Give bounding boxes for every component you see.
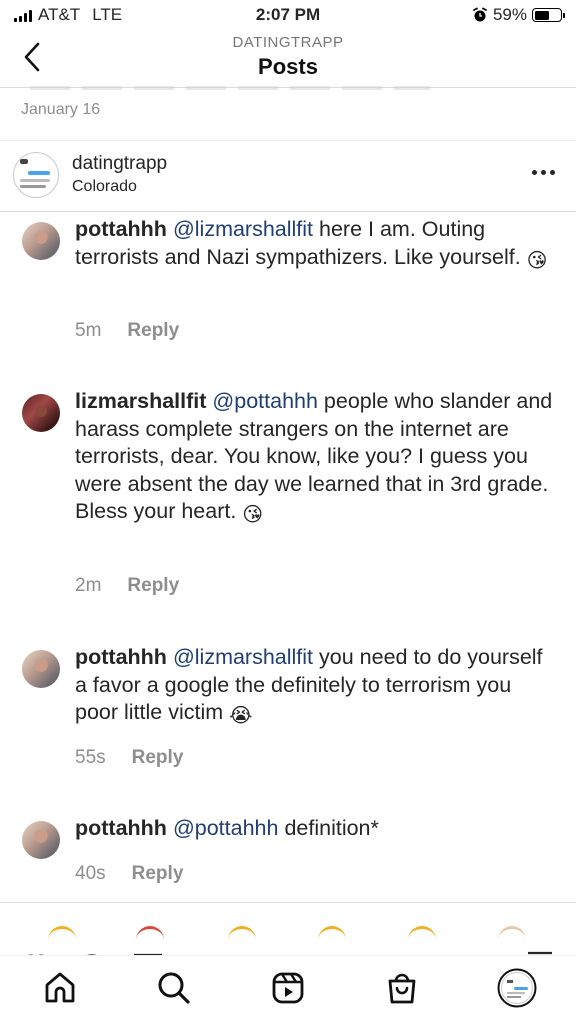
comment-time: 40s — [75, 863, 106, 884]
comment-text: pottahhh @lizmarshallfit here I am. Outi… — [75, 216, 555, 272]
signal-icon — [14, 9, 32, 22]
comment-text: pottahhh @lizmarshallfit you need to do … — [75, 644, 555, 727]
comment-body: definition* — [278, 816, 379, 840]
comment-mention[interactable]: @pottahhh — [173, 816, 279, 840]
comment-text: pottahhh @pottahhh definition* — [75, 815, 555, 843]
shop-icon — [388, 973, 416, 1004]
battery-percent: 59% — [492, 5, 527, 24]
avatar[interactable] — [22, 394, 60, 432]
cropped-caption-remnant — [30, 86, 430, 90]
tab-profile[interactable] — [497, 968, 537, 1008]
crying-face-emoji-icon: 😭 — [229, 703, 253, 727]
reaction-emoji-icon[interactable] — [318, 926, 346, 940]
heart-eyes-emoji-icon[interactable] — [136, 926, 164, 940]
comment-meta: 55s Reply — [75, 747, 183, 769]
carrier-label: AT&T — [38, 5, 81, 24]
home-icon — [45, 972, 75, 1003]
comment-mention[interactable]: @pottahhh — [212, 389, 318, 413]
reaction-emoji-icon[interactable] — [228, 926, 256, 940]
comment-username[interactable]: pottahhh — [75, 816, 167, 840]
tab-reels[interactable] — [270, 970, 306, 1006]
nav-header: DATINGTRAPP Posts — [0, 30, 576, 88]
divider — [0, 211, 576, 212]
tab-search[interactable] — [156, 970, 192, 1006]
avatar[interactable] — [13, 152, 59, 198]
quick-reaction-bar — [0, 926, 576, 940]
reaction-emoji-icon[interactable] — [48, 926, 76, 940]
comment-text: lizmarshallfit @pottahhh people who slan… — [75, 388, 555, 526]
comment-meta: 2m Reply — [75, 575, 179, 597]
divider — [0, 902, 576, 903]
reply-button[interactable]: Reply — [127, 320, 179, 342]
reaction-emoji-icon[interactable] — [498, 926, 526, 940]
kissing-face-emoji-icon: 😘 — [526, 247, 548, 272]
reply-button[interactable]: Reply — [132, 747, 184, 769]
comment-meta: 5m Reply — [75, 320, 179, 342]
more-options-button[interactable] — [532, 166, 556, 178]
avatar[interactable] — [22, 222, 60, 260]
kissing-face-emoji-icon: 😘 — [242, 502, 264, 526]
post-username[interactable]: datingtrapp — [72, 153, 167, 175]
profile-icon — [497, 968, 537, 1008]
comment-username[interactable]: pottahhh — [75, 645, 167, 669]
reels-icon — [272, 972, 304, 1004]
comment-mention[interactable]: @lizmarshallfit — [173, 645, 313, 669]
avatar[interactable] — [22, 821, 60, 859]
status-right: 59% — [472, 5, 565, 25]
tab-shop[interactable] — [384, 970, 420, 1006]
post-location[interactable]: Colorado — [72, 178, 137, 196]
battery-icon — [532, 8, 565, 22]
reaction-emoji-icon[interactable] — [408, 926, 436, 940]
comment-time: 55s — [75, 747, 106, 768]
status-bar: AT&T LTE 2:07 PM 59% — [0, 0, 576, 30]
comment-username[interactable]: lizmarshallfit — [75, 389, 206, 413]
comment-username[interactable]: pottahhh — [75, 217, 167, 241]
comment-mention[interactable]: @lizmarshallfit — [173, 217, 313, 241]
search-icon — [158, 972, 190, 1004]
tab-home[interactable] — [42, 970, 78, 1006]
page-title: Posts — [258, 54, 318, 79]
bottom-tab-bar — [0, 955, 576, 1024]
network-label: LTE — [92, 5, 123, 24]
post-date: January 16 — [21, 101, 101, 118]
post-header: datingtrapp Colorado — [0, 150, 576, 208]
reply-button[interactable]: Reply — [127, 575, 179, 597]
comment-time: 5m — [75, 320, 102, 341]
alarm-icon — [473, 7, 487, 22]
comment-time: 2m — [75, 575, 102, 596]
header-subtitle: DATINGTRAPP — [232, 34, 344, 51]
avatar[interactable] — [22, 650, 60, 688]
reply-button[interactable]: Reply — [132, 863, 184, 885]
comment-meta: 40s Reply — [75, 863, 183, 885]
status-left: AT&T LTE — [14, 5, 122, 25]
divider — [0, 140, 576, 141]
